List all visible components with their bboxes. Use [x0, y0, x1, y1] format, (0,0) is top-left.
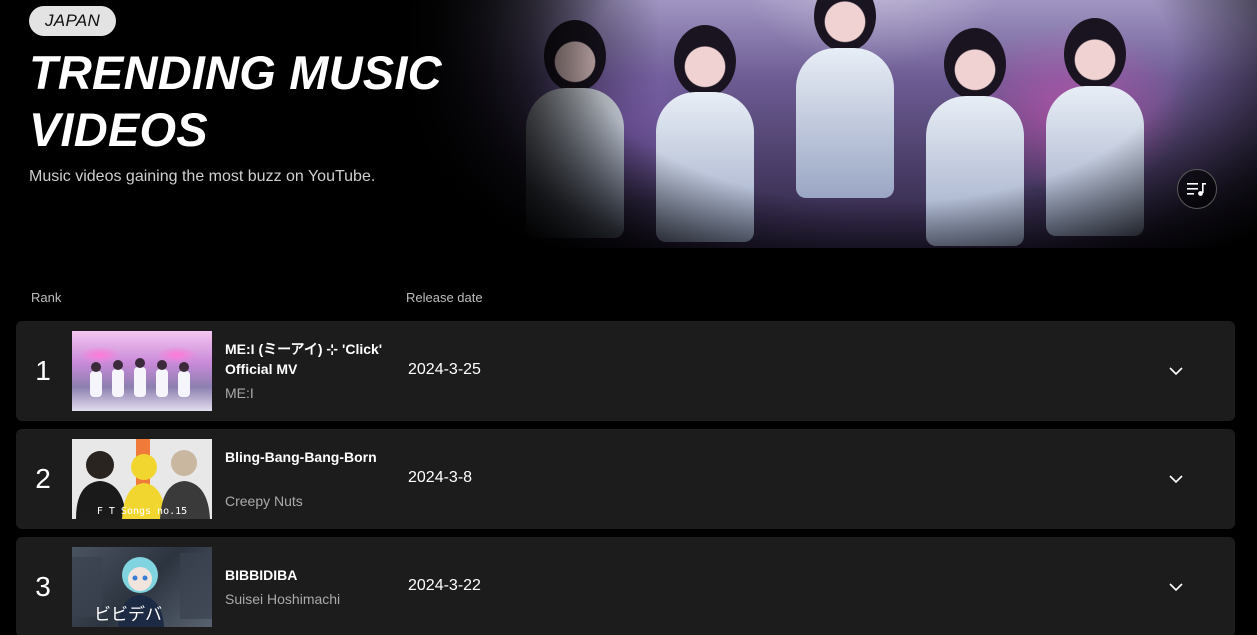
page-title: TRENDING MUSIC VIDEOS: [29, 46, 442, 156]
chevron-down-icon: [1169, 583, 1183, 591]
country-chip[interactable]: JAPAN: [29, 6, 117, 36]
expand-row-button[interactable]: [1164, 575, 1188, 599]
table-row[interactable]: 2 F T Songs no.15 Bling-Bang-Bang-Born C…: [16, 429, 1235, 529]
hero-image: [400, 0, 1257, 248]
page-subtitle: Music videos gaining the most buzz on Yo…: [29, 168, 376, 185]
video-thumbnail[interactable]: ビビデバ: [72, 547, 212, 627]
video-thumbnail[interactable]: F T Songs no.15: [72, 439, 212, 519]
rank-number: 1: [35, 355, 51, 386]
playlist-music-icon: [1187, 183, 1206, 196]
table-row[interactable]: 1 ME:I (ミーアイ) ⊹ 'Click' Official MV ME:I…: [16, 321, 1235, 421]
rank-column-header: Rank: [31, 290, 62, 305]
artist-name[interactable]: ME:I: [225, 383, 254, 403]
rank-number: 2: [35, 463, 51, 494]
thumbnail-caption: ビビデバ: [94, 605, 162, 625]
expand-row-button[interactable]: [1164, 467, 1188, 491]
chevron-down-icon: [1169, 475, 1183, 483]
chevron-down-icon: [1169, 367, 1183, 375]
artist-name[interactable]: Creepy Nuts: [225, 491, 303, 511]
release-date: 2024-3-8: [408, 469, 473, 486]
release-date: 2024-3-22: [408, 577, 481, 594]
video-title[interactable]: Bling-Bang-Bang-Born: [225, 447, 385, 467]
video-title[interactable]: BIBBIDIBA: [225, 565, 385, 585]
release-date-column-header: Release date: [406, 290, 483, 305]
trending-page: JAPAN TRENDING MUSIC VIDEOS Music videos…: [0, 0, 1257, 635]
release-date: 2024-3-25: [408, 361, 481, 378]
save-playlist-button[interactable]: [1177, 169, 1217, 209]
rank-number: 3: [35, 571, 51, 602]
artist-name[interactable]: Suisei Hoshimachi: [225, 589, 340, 609]
table-row[interactable]: 3 ビビデバ BIBBIDIBA Suisei Hoshimachi 2024-…: [16, 537, 1235, 635]
video-thumbnail[interactable]: [72, 331, 212, 411]
video-title[interactable]: ME:I (ミーアイ) ⊹ 'Click' Official MV: [225, 339, 385, 379]
expand-row-button[interactable]: [1164, 359, 1188, 383]
thumbnail-caption: F T Songs no.15: [96, 506, 188, 517]
